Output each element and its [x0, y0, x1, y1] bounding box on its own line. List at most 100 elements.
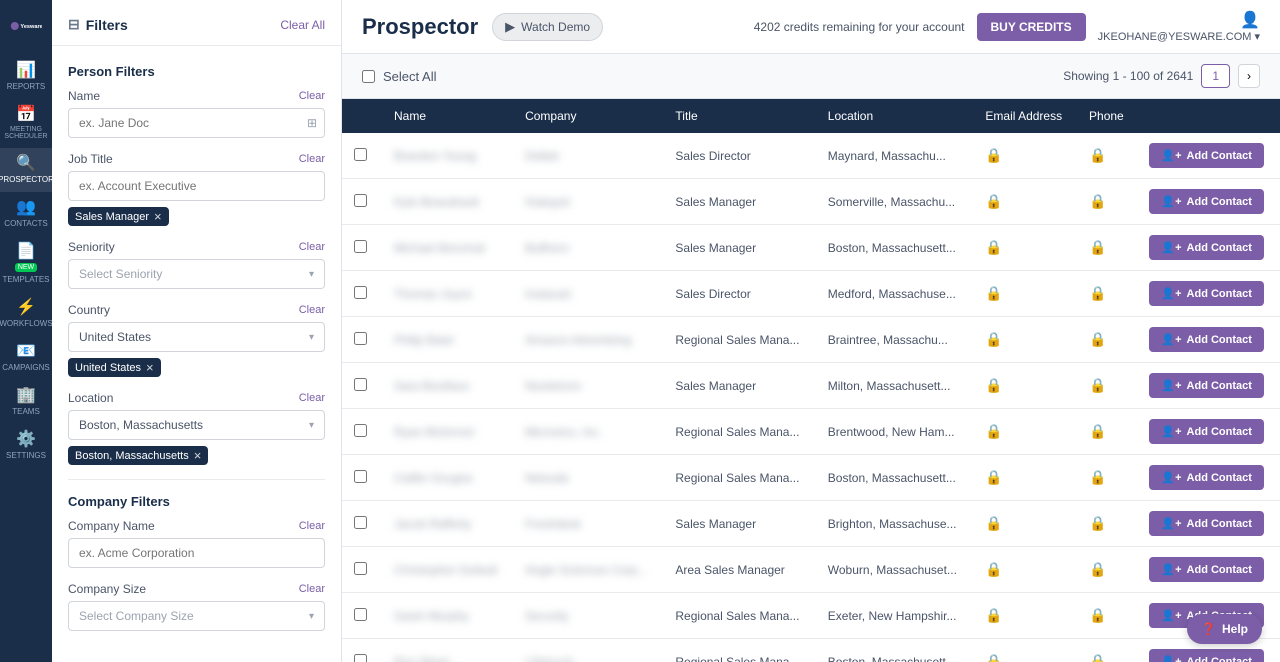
row-name-2: Michael Benchuk — [382, 225, 513, 271]
country-field-group: Country Clear United States ▾ United Sta… — [68, 303, 325, 377]
table-row: Gavin Murphy Security Regional Sales Man… — [342, 593, 1280, 639]
top-bar: Prospector ▶ Watch Demo 4202 credits rem… — [342, 0, 1280, 54]
row-name-8: Jacob Rafferty — [382, 501, 513, 547]
row-company-10: Security — [513, 593, 663, 639]
remove-boston-ma-button[interactable]: × — [194, 449, 202, 462]
sidebar-item-workflows[interactable]: ⚡ WORKFLOWS — [0, 292, 52, 336]
row-checkbox-7[interactable] — [354, 470, 367, 483]
pagination-area: Showing 1 - 100 of 2641 1 › — [1063, 64, 1260, 88]
seniority-placeholder: Select Seniority — [79, 267, 162, 281]
row-action-7: 👤+ Add Contact — [1137, 455, 1280, 501]
sidebar-item-prospector[interactable]: 🔍 PROSPECTOR — [0, 148, 52, 192]
row-checkbox-5[interactable] — [354, 378, 367, 391]
sidebar-item-settings[interactable]: ⚙️ SETTINGS — [0, 424, 52, 468]
row-checkbox-cell — [342, 593, 382, 639]
add-contact-button-11[interactable]: 👤+ Add Contact — [1149, 649, 1264, 662]
add-contact-button-5[interactable]: 👤+ Add Contact — [1149, 373, 1264, 398]
select-all-checkbox[interactable] — [362, 70, 375, 83]
country-select[interactable]: United States ▾ — [68, 322, 325, 352]
row-company-3: Instacart — [513, 271, 663, 317]
row-name-0: Brandon Young — [382, 133, 513, 179]
remove-sales-manager-button[interactable]: × — [154, 210, 162, 223]
location-select[interactable]: Boston, Massachusetts ▾ — [68, 410, 325, 440]
add-contact-button-7[interactable]: 👤+ Add Contact — [1149, 465, 1264, 490]
buy-credits-button[interactable]: BUY CREDITS — [977, 13, 1086, 41]
add-contact-button-8[interactable]: 👤+ Add Contact — [1149, 511, 1264, 536]
row-title-6: Regional Sales Mana... — [663, 409, 815, 455]
add-contact-button-2[interactable]: 👤+ Add Contact — [1149, 235, 1264, 260]
row-checkbox-0[interactable] — [354, 148, 367, 161]
add-person-icon: 👤+ — [1161, 471, 1181, 484]
company-size-select[interactable]: Select Company Size ▾ — [68, 601, 325, 631]
table-section: Select All Showing 1 - 100 of 2641 1 › N… — [342, 54, 1280, 662]
company-name-clear-button[interactable]: Clear — [299, 520, 325, 532]
add-contact-button-4[interactable]: 👤+ Add Contact — [1149, 327, 1264, 352]
row-action-4: 👤+ Add Contact — [1137, 317, 1280, 363]
row-title-9: Area Sales Manager — [663, 547, 815, 593]
row-title-5: Sales Manager — [663, 363, 815, 409]
seniority-select[interactable]: Select Seniority ▾ — [68, 259, 325, 289]
row-phone-10: 🔒 — [1077, 593, 1137, 639]
row-email-9: 🔒 — [973, 547, 1077, 593]
row-checkbox-10[interactable] — [354, 608, 367, 621]
row-checkbox-2[interactable] — [354, 240, 367, 253]
row-checkbox-cell — [342, 547, 382, 593]
user-email: JKEOHANE@YESWARE.COM ▾ — [1098, 30, 1260, 43]
name-clear-button[interactable]: Clear — [299, 90, 325, 102]
checkbox-column-header — [342, 99, 382, 133]
row-email-7: 🔒 — [973, 455, 1077, 501]
row-checkbox-cell — [342, 225, 382, 271]
watch-demo-button[interactable]: ▶ Watch Demo — [492, 13, 603, 41]
job-title-label: Job Title — [68, 152, 113, 166]
row-checkbox-9[interactable] — [354, 562, 367, 575]
row-checkbox-3[interactable] — [354, 286, 367, 299]
row-title-11: Regional Sales Mana... — [663, 639, 815, 662]
sidebar-item-label: PROSPECTOR — [0, 175, 54, 184]
seniority-clear-button[interactable]: Clear — [299, 241, 325, 253]
title-row: Prospector ▶ Watch Demo — [362, 13, 603, 41]
help-button[interactable]: ❓ Help — [1187, 614, 1262, 644]
sidebar-item-campaigns[interactable]: 📧 CAMPAIGNS — [0, 336, 52, 380]
job-title-clear-button[interactable]: Clear — [299, 153, 325, 165]
yesware-logo[interactable]: Yesware — [4, 10, 48, 45]
table-body: Brandon Young Deltek Sales Director Mayn… — [342, 133, 1280, 662]
country-clear-button[interactable]: Clear — [299, 304, 325, 316]
add-contact-button-9[interactable]: 👤+ Add Contact — [1149, 557, 1264, 582]
remove-united-states-button[interactable]: × — [146, 361, 154, 374]
sidebar-item-contacts[interactable]: 👥 CONTACTS — [0, 192, 52, 236]
clear-all-button[interactable]: Clear All — [280, 18, 325, 32]
row-checkbox-1[interactable] — [354, 194, 367, 207]
page-number[interactable]: 1 — [1201, 64, 1230, 88]
filters-sidebar: ⊟ Filters Clear All Person Filters Name … — [52, 0, 342, 662]
row-name-7: Caitlin Ocugne — [382, 455, 513, 501]
user-area[interactable]: 👤 JKEOHANE@YESWARE.COM ▾ — [1098, 10, 1260, 43]
row-checkbox-11[interactable] — [354, 654, 367, 662]
input-grid-icon: ⊞ — [307, 116, 317, 130]
row-checkbox-8[interactable] — [354, 516, 367, 529]
row-phone-1: 🔒 — [1077, 179, 1137, 225]
add-contact-button-6[interactable]: 👤+ Add Contact — [1149, 419, 1264, 444]
location-clear-button[interactable]: Clear — [299, 392, 325, 404]
location-label-row: Location Clear — [68, 391, 325, 405]
company-size-clear-button[interactable]: Clear — [299, 583, 325, 595]
add-contact-button-0[interactable]: 👤+ Add Contact — [1149, 143, 1264, 168]
campaigns-icon: 📧 — [16, 344, 36, 360]
sidebar-item-teams[interactable]: 🏢 TEAMS — [0, 380, 52, 424]
add-person-icon: 👤+ — [1161, 333, 1181, 346]
company-name-input[interactable] — [68, 538, 325, 568]
sidebar-item-meeting-scheduler[interactable]: 📅 MEETINGSCHEDULER — [0, 99, 52, 148]
row-checkbox-6[interactable] — [354, 424, 367, 437]
row-checkbox-4[interactable] — [354, 332, 367, 345]
sidebar-item-templates[interactable]: 📄 NEW TEMPLATES — [0, 236, 52, 292]
location-tags: Boston, Massachusetts × — [68, 446, 325, 465]
sidebar-item-reports[interactable]: 📊 REPORTS — [0, 55, 52, 99]
row-company-4: Amazon Advertising — [513, 317, 663, 363]
add-contact-button-1[interactable]: 👤+ Add Contact — [1149, 189, 1264, 214]
row-location-10: Exeter, New Hampshir... — [816, 593, 974, 639]
add-contact-button-3[interactable]: 👤+ Add Contact — [1149, 281, 1264, 306]
job-title-input[interactable] — [68, 171, 325, 201]
company-size-label: Company Size — [68, 582, 146, 596]
next-page-button[interactable]: › — [1238, 64, 1260, 88]
name-input[interactable] — [68, 108, 325, 138]
row-location-2: Boston, Massachusett... — [816, 225, 974, 271]
